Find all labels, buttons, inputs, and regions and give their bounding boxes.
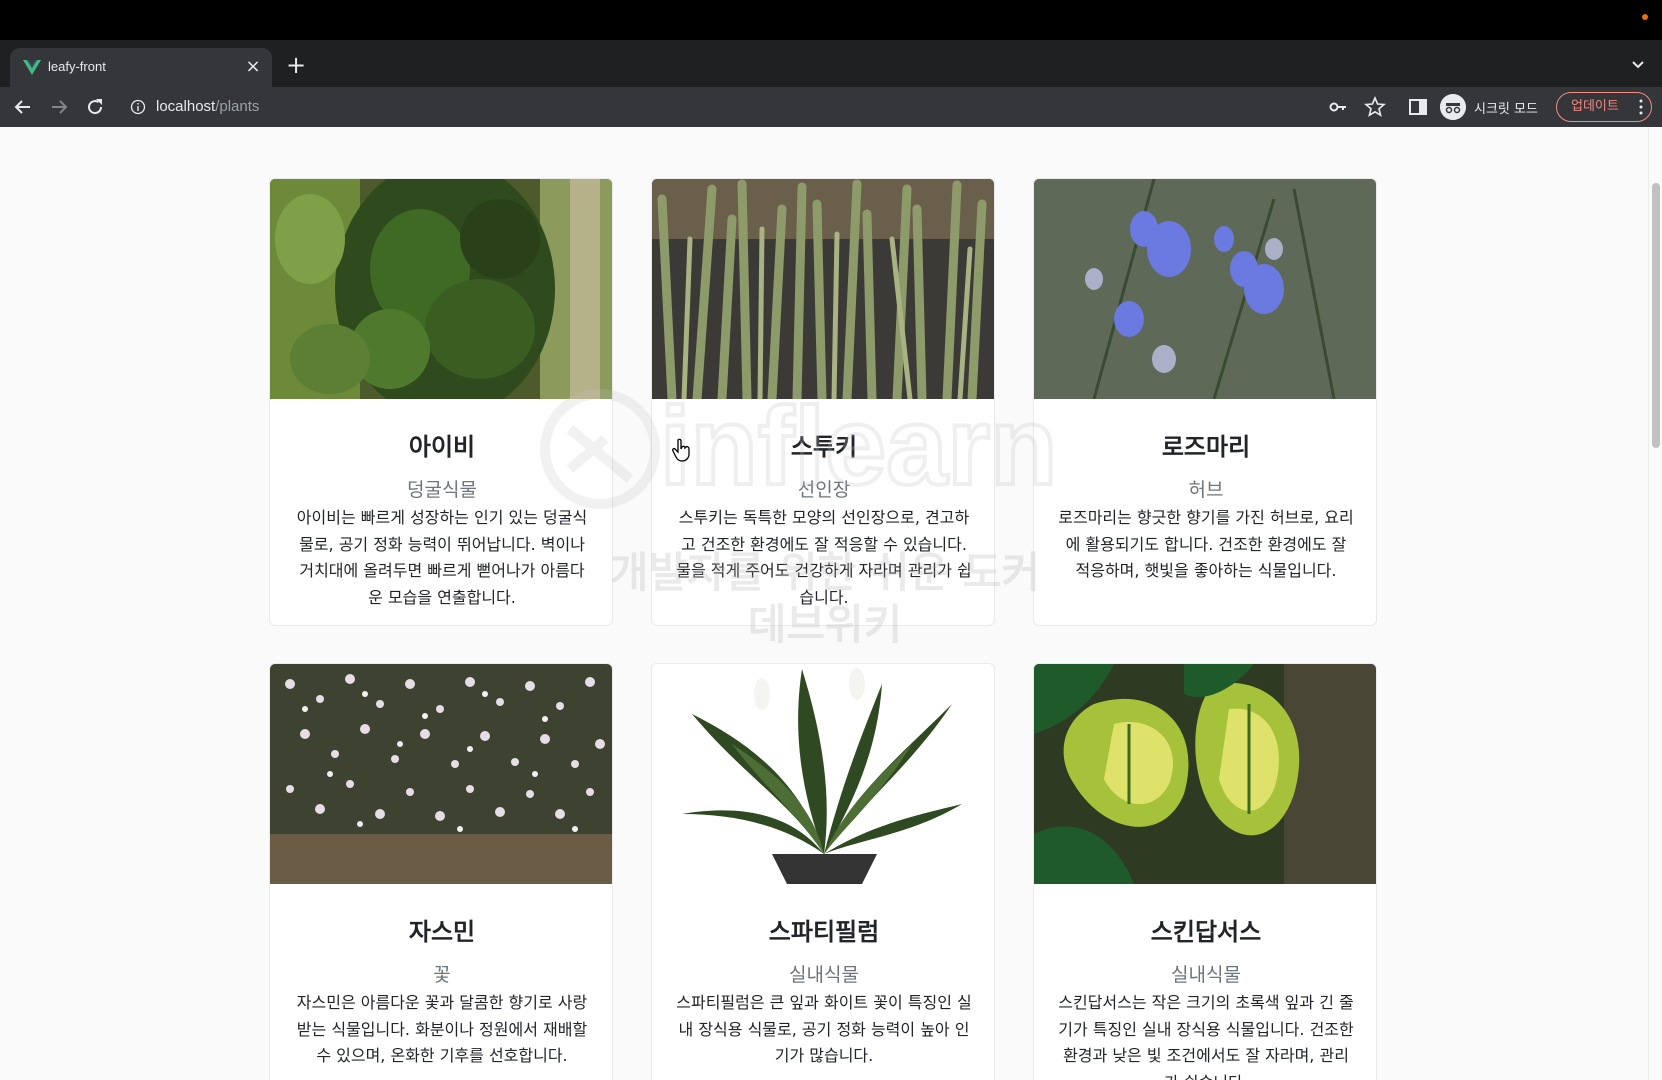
plant-description: 스킨답서스는 작은 크기의 초록색 잎과 긴 줄기가 특징인 실내 장식용 식물… (1058, 993, 1354, 1080)
update-button[interactable]: 업데이트 (1556, 92, 1652, 122)
plant-image-stucky (652, 179, 994, 399)
plant-description: 자스민은 아름다운 꽃과 달콤한 향기로 사랑받는 식물입니다. 화분이나 정원… (296, 993, 588, 1065)
incognito-icon (1440, 94, 1466, 120)
url-text: localhost/plants (156, 98, 259, 115)
plant-type: 실내식물 (1171, 964, 1241, 986)
plant-type: 선인장 (797, 479, 851, 501)
bookmark-star-icon[interactable] (1364, 96, 1386, 118)
hand-cursor-icon (672, 438, 690, 462)
plant-type: 허브 (1188, 479, 1224, 501)
plant-description: 스투키는 독특한 모양의 선인장으로, 견고하고 건조한 환경에도 잘 적응할 … (676, 508, 972, 607)
plant-image-spathiphyllum (652, 664, 994, 884)
back-arrow-icon[interactable] (10, 94, 36, 120)
key-icon[interactable] (1328, 97, 1348, 117)
browser-tab[interactable]: leafy-front × (10, 48, 272, 87)
reload-icon[interactable] (82, 94, 108, 120)
plant-image-ivy (270, 179, 612, 399)
plant-card[interactable]: 스파티필럼 실내식물 스파티필럼은 큰 잎과 화이트 꽃이 특징인 실내 장식용… (651, 663, 995, 1080)
plant-name: 스킨답서스 (1150, 918, 1262, 946)
plant-type: 덩굴식물 (407, 479, 477, 501)
vertical-scrollbar[interactable] (1648, 127, 1662, 1080)
url-path: /plants (215, 98, 260, 115)
incognito-indicator[interactable]: 시크릿 모드 (1440, 92, 1538, 122)
update-label: 업데이트 (1571, 99, 1619, 114)
plant-image-rosemary (1034, 179, 1376, 399)
plant-name: 스파티필럼 (768, 918, 880, 946)
tab-title: leafy-front (48, 59, 106, 74)
side-panel-icon[interactable] (1408, 97, 1428, 117)
plant-card[interactable]: 자스민 꽃 자스민은 아름다운 꽃과 달콤한 향기로 사랑받는 식물입니다. 화… (269, 663, 613, 1080)
new-tab-icon[interactable]: + (282, 52, 310, 80)
plant-description: 로즈마리는 향긋한 향기를 가진 허브로, 요리에 활용되기도 합니다. 건조한… (1058, 508, 1354, 580)
plant-card[interactable]: 스투키 선인장 스투키는 독특한 모양의 선인장으로, 견고하고 건조한 환경에… (651, 178, 995, 626)
os-top-bar (0, 0, 1662, 40)
plant-card[interactable]: 로즈마리 허브 로즈마리는 향긋한 향기를 가진 허브로, 요리에 활용되기도 … (1033, 178, 1377, 626)
plant-description: 스파티필럼은 큰 잎과 화이트 꽃이 특징인 실내 장식용 식물로, 공기 정화… (676, 993, 972, 1065)
close-tab-icon[interactable]: × (242, 56, 264, 78)
browser-toolbar: localhost/plants 시크릿 모드 업데이트 (0, 87, 1662, 127)
plant-image-scindapsus (1034, 664, 1376, 884)
plant-type: 실내식물 (789, 964, 859, 986)
url-host: localhost (156, 98, 216, 115)
plant-description: 아이비는 빠르게 성장하는 인기 있는 덩굴식물로, 공기 정화 능력이 뛰어납… (296, 508, 588, 607)
vue-logo-icon (23, 60, 41, 75)
plant-card[interactable]: 스킨답서스 실내식물 스킨답서스는 작은 크기의 초록색 잎과 긴 줄기가 특징… (1033, 663, 1377, 1080)
plant-image-jasmine (270, 664, 612, 884)
plant-card[interactable]: 아이비 덩굴식물 아이비는 빠르게 성장하는 인기 있는 덩굴식물로, 공기 정… (269, 178, 613, 626)
recording-indicator-icon (1642, 14, 1648, 20)
tab-strip: leafy-front × + (0, 40, 1662, 87)
address-bar[interactable]: localhost/plants (124, 91, 1384, 123)
plant-name: 스투키 (790, 433, 858, 461)
site-info-icon[interactable] (130, 99, 146, 115)
plant-name: 아이비 (408, 433, 476, 461)
scrollbar-thumb[interactable] (1652, 183, 1660, 448)
forward-arrow-icon[interactable] (46, 94, 72, 120)
page-viewport: 아이비 덩굴식물 아이비는 빠르게 성장하는 인기 있는 덩굴식물로, 공기 정… (0, 127, 1662, 1080)
incognito-label: 시크릿 모드 (1474, 101, 1538, 117)
menu-dots-icon[interactable] (1639, 99, 1643, 115)
plant-type: 꽃 (433, 964, 451, 986)
tab-search-chevron-icon[interactable] (1628, 54, 1648, 74)
plant-name: 로즈마리 (1161, 433, 1251, 461)
plant-name: 자스민 (408, 918, 476, 946)
